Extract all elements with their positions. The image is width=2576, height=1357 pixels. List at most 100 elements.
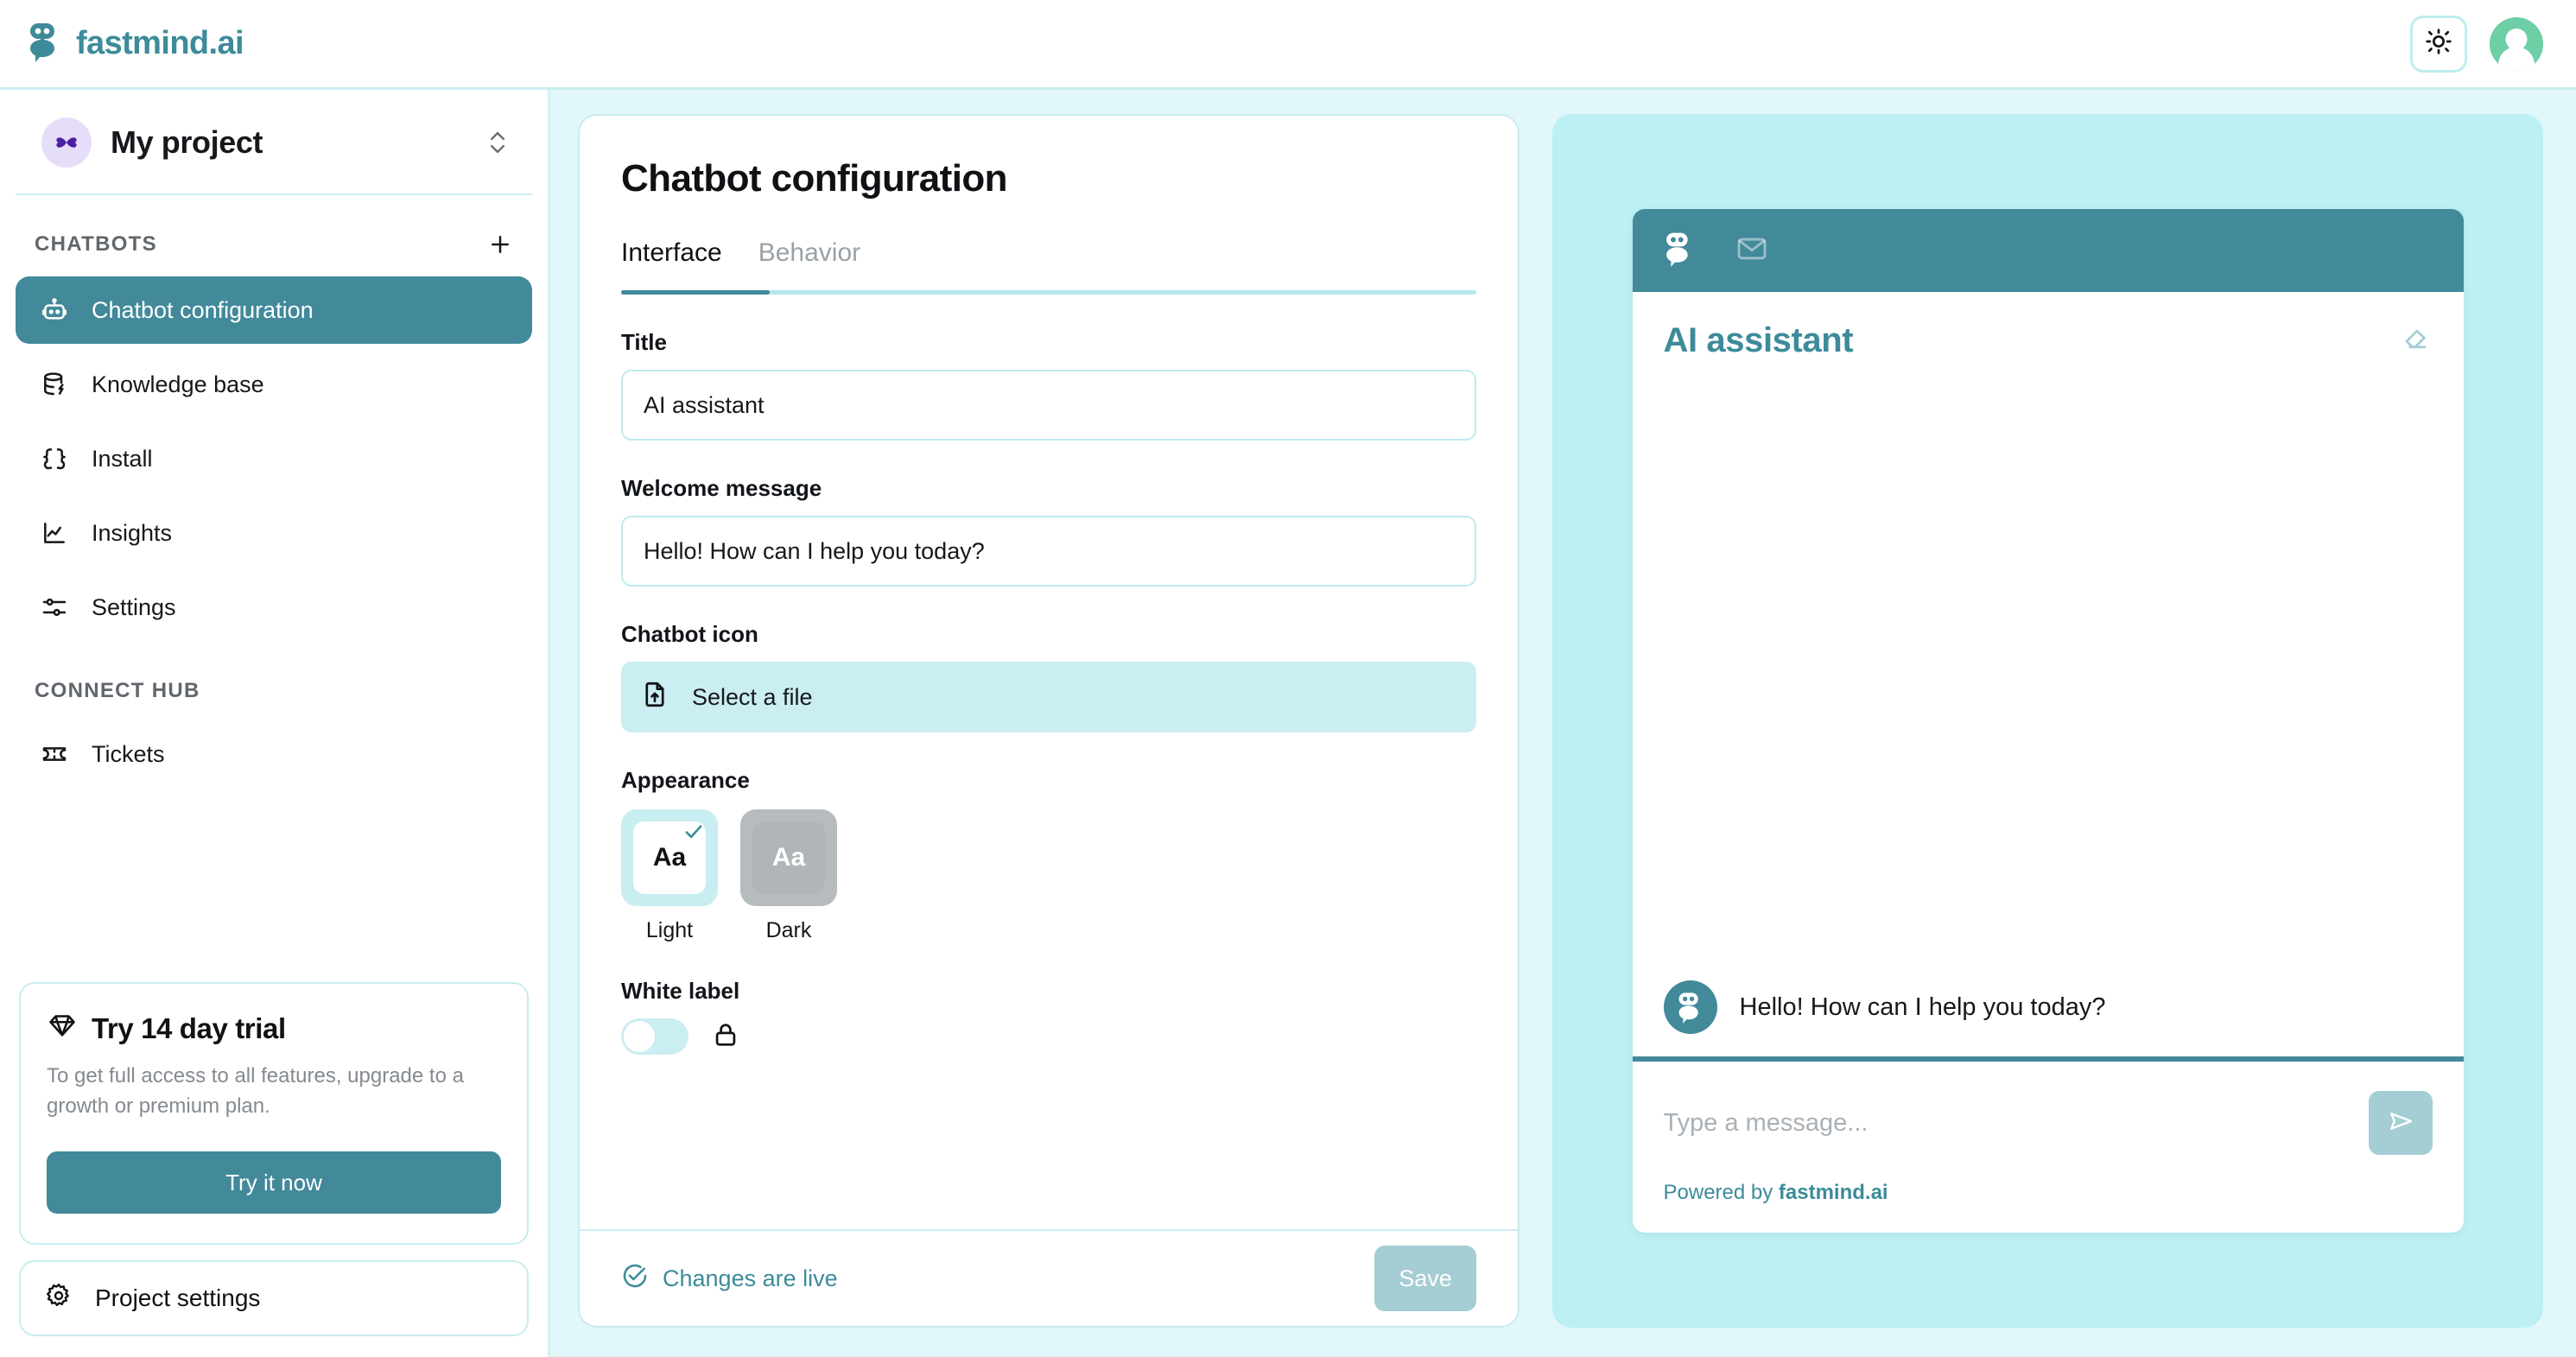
appearance-option-light[interactable]: Aa Light — [621, 809, 718, 943]
sidebar-item-label: Install — [92, 445, 153, 472]
message-text: Hello! How can I help you today? — [1739, 992, 2106, 1021]
dark-caption: Dark — [765, 918, 812, 942]
sliders-icon — [38, 593, 71, 621]
widget-tab-bar — [1632, 209, 2464, 292]
avatar[interactable] — [2490, 16, 2543, 71]
top-bar-actions — [2410, 15, 2543, 73]
sidebar-item-install[interactable]: Install — [16, 425, 532, 492]
check-circle-icon — [621, 1262, 649, 1296]
config-footer: Changes are live Save — [580, 1229, 1518, 1326]
light-caption: Light — [645, 918, 694, 942]
chat-preview-panel: AI assistant Hello! How can I help you t… — [1552, 114, 2543, 1328]
line-chart-icon — [38, 519, 71, 547]
project-settings-button[interactable]: Project settings — [19, 1260, 529, 1336]
plus-icon[interactable] — [485, 230, 515, 259]
sidebar: My project CHATBOTS Chatbot configuratio… — [0, 90, 550, 1357]
sidebar-item-label: Tickets — [92, 740, 165, 767]
widget-header: AI assistant — [1633, 292, 2464, 360]
sidebar-item-label: Knowledge base — [92, 371, 264, 397]
check-icon — [682, 820, 706, 848]
trial-title-row: Try 14 day trial — [47, 1010, 501, 1048]
field-appearance: Appearance Aa Light Aa Dark — [621, 767, 1476, 943]
tab-interface[interactable]: Interface — [621, 238, 722, 290]
sidebar-item-insights[interactable]: Insights — [16, 499, 532, 567]
brand-name: fastmind.ai — [76, 25, 244, 61]
sidebar-item-knowledge-base[interactable]: Knowledge base — [16, 351, 532, 418]
bot-avatar-icon — [1663, 980, 1717, 1034]
sidebar-item-settings[interactable]: Settings — [16, 574, 532, 641]
field-chatbot-icon: Chatbot icon Select a file — [621, 621, 1476, 732]
trial-description: To get full access to all features, upgr… — [47, 1064, 464, 1119]
widget-title: AI assistant — [1663, 321, 1854, 359]
status-text: Changes are live — [663, 1265, 838, 1291]
message-input[interactable]: Type a message... — [1664, 1109, 1869, 1138]
appearance-options: Aa Light Aa Dark — [621, 809, 1476, 943]
appearance-option-dark[interactable]: Aa Dark — [740, 809, 837, 943]
powered-by: Powered by fastmind.ai — [1664, 1181, 2433, 1205]
list-item: Hello! How can I help you today? — [1663, 980, 2433, 1034]
title-label: Title — [621, 329, 667, 355]
white-label-toggle[interactable] — [621, 1018, 688, 1055]
top-bar: fastmind.ai — [0, 0, 2576, 90]
project-avatar-icon — [41, 117, 92, 168]
chatbots-section-header: CHATBOTS — [16, 195, 532, 273]
chat-widget: AI assistant Hello! How can I help you t… — [1632, 209, 2464, 1233]
field-title: Title AI assistant — [621, 329, 1476, 441]
diamond-icon — [47, 1010, 78, 1048]
project-settings-label: Project settings — [95, 1284, 261, 1311]
trial-card: Try 14 day trial To get full access to a… — [19, 982, 529, 1245]
select-file-button[interactable]: Select a file — [621, 662, 1476, 732]
eraser-icon[interactable] — [2402, 323, 2433, 358]
widget-input-row: Type a message... — [1664, 1091, 2433, 1155]
chatbot-configuration-card: Chatbot configuration Interface Behavior… — [578, 114, 1520, 1328]
config-body: Chatbot configuration Interface Behavior… — [580, 116, 1518, 1229]
tab-active-indicator — [621, 290, 770, 295]
project-switcher[interactable]: My project — [16, 90, 532, 195]
widget-message-list: Hello! How can I help you today? — [1633, 360, 2464, 1056]
dark-sample-text: Aa — [752, 821, 825, 894]
app-root: fastmind.ai My project CHATBOTS Chatbot … — [0, 0, 2576, 1357]
title-input[interactable]: AI assistant — [621, 370, 1476, 441]
appearance-label: Appearance — [621, 767, 750, 793]
theme-toggle-button[interactable] — [2410, 15, 2467, 73]
try-it-now-button[interactable]: Try it now — [47, 1151, 501, 1214]
file-upload-icon — [640, 680, 669, 715]
select-file-label: Select a file — [692, 683, 813, 710]
curly-braces-icon — [38, 445, 71, 472]
connect-hub-section-header: CONNECT HUB — [16, 644, 532, 717]
main-content: Chatbot configuration Interface Behavior… — [550, 90, 2576, 1357]
brand-logo[interactable]: fastmind.ai — [26, 21, 244, 67]
sidebar-item-label: Insights — [92, 519, 173, 546]
fastmind-logo-icon — [26, 21, 64, 67]
send-button[interactable] — [2368, 1091, 2433, 1155]
chatbot-icon-label: Chatbot icon — [621, 621, 758, 647]
white-label-row — [621, 1018, 1476, 1055]
toggle-knob — [624, 1021, 655, 1052]
chevron-up-down-icon[interactable] — [487, 130, 517, 155]
section-label-connect-hub: CONNECT HUB — [35, 679, 200, 702]
sidebar-item-chatbot-configuration[interactable]: Chatbot configuration — [16, 276, 532, 344]
project-name: My project — [111, 124, 263, 160]
lock-icon — [711, 1020, 740, 1054]
welcome-message-label: Welcome message — [621, 475, 822, 501]
tab-underline — [621, 290, 1476, 295]
white-label-label: White label — [621, 978, 740, 1004]
page-title: Chatbot configuration — [621, 157, 1007, 200]
welcome-message-input[interactable]: Hello! How can I help you today? — [621, 516, 1476, 587]
widget-tab-chat-icon[interactable] — [1662, 231, 1697, 271]
robot-icon — [38, 296, 71, 324]
sidebar-item-tickets[interactable]: Tickets — [16, 720, 532, 788]
section-label-chatbots: CHATBOTS — [35, 232, 157, 256]
widget-tab-email-icon[interactable] — [1735, 231, 1769, 270]
field-white-label: White label — [621, 978, 1476, 1055]
save-button[interactable]: Save — [1374, 1246, 1476, 1311]
ticket-icon — [38, 740, 71, 768]
powered-by-prefix: Powered by — [1663, 1181, 1779, 1204]
tab-behavior[interactable]: Behavior — [758, 238, 860, 290]
sun-icon — [2424, 27, 2453, 60]
sidebar-item-label: Settings — [92, 593, 176, 620]
light-swatch: Aa — [621, 809, 718, 906]
widget-input-area: Type a message... Powered by fastmind.ai — [1633, 1062, 2464, 1233]
powered-by-brand: fastmind.ai — [1778, 1181, 1888, 1204]
